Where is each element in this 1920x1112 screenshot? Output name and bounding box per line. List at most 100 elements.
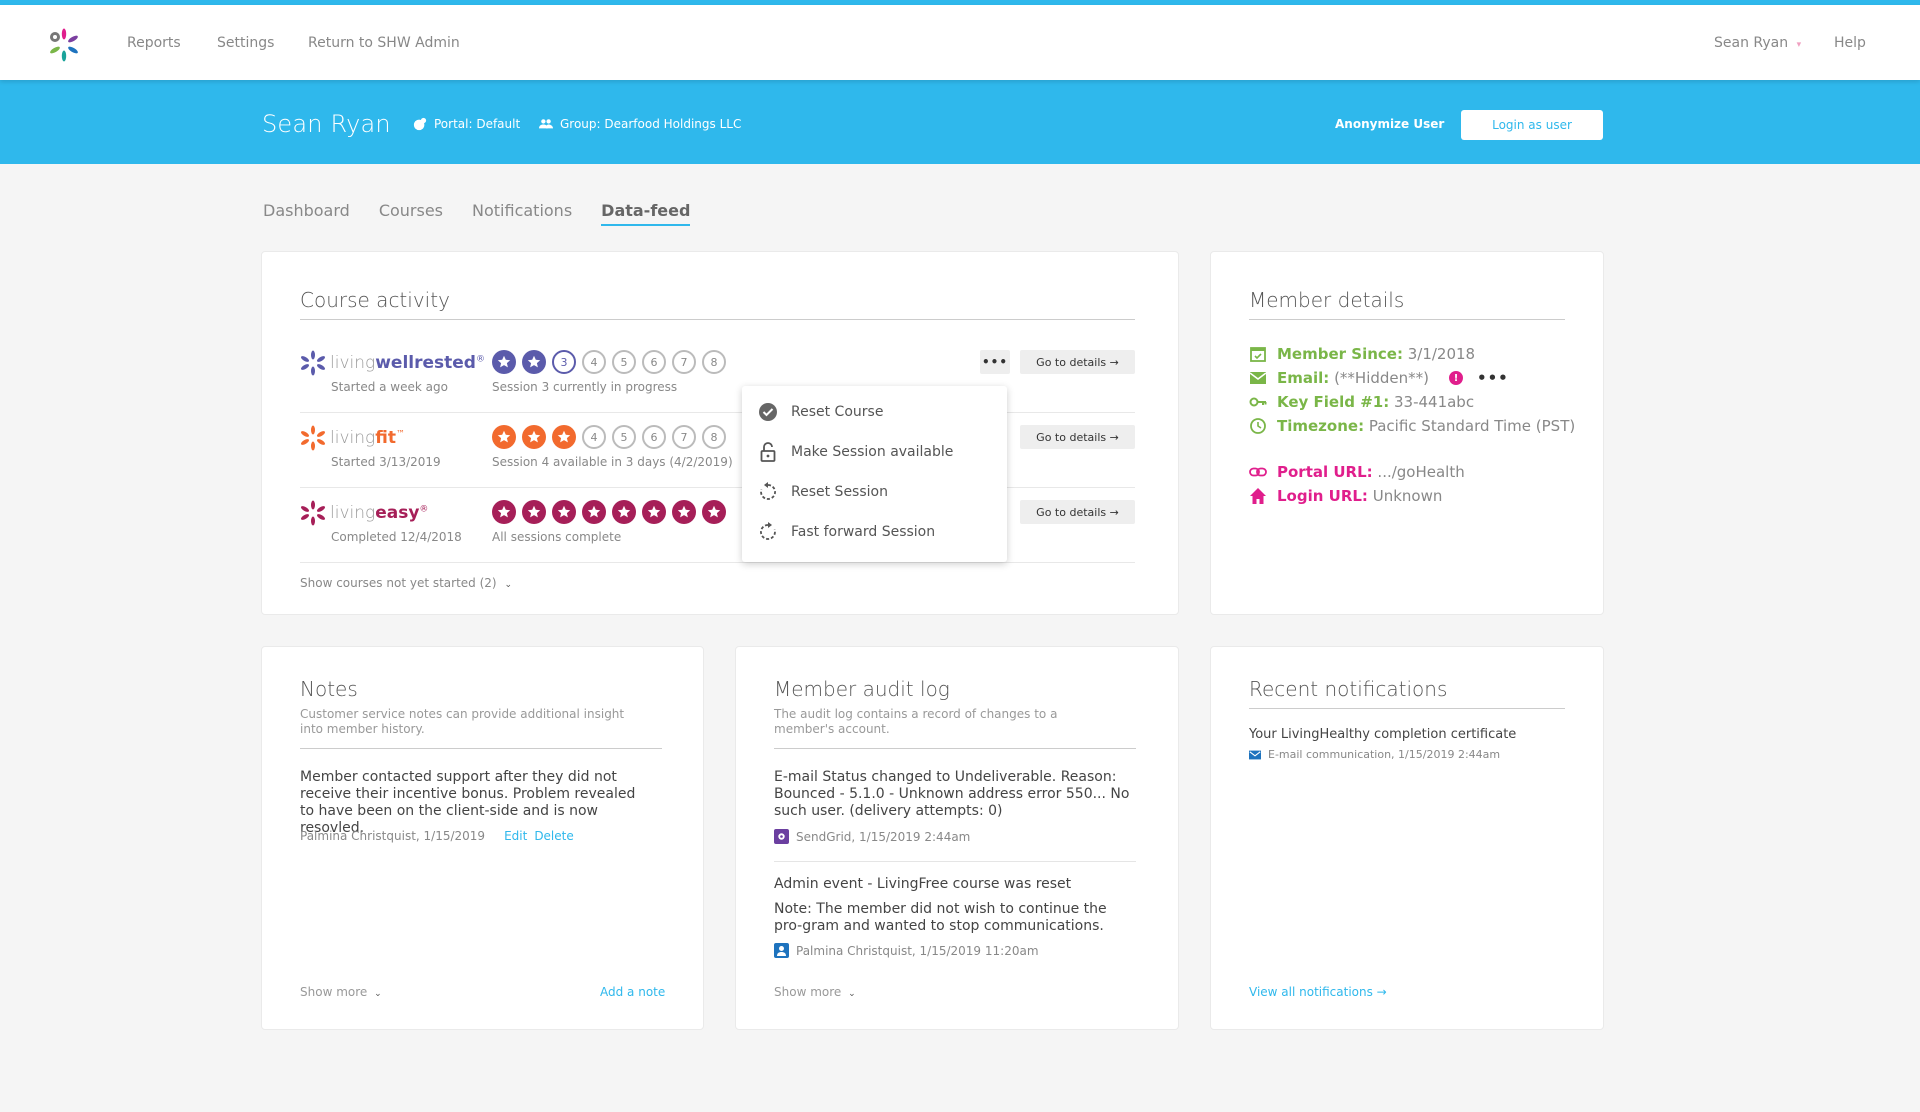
home-icon — [1250, 488, 1266, 504]
star-icon — [527, 430, 541, 443]
title-divider — [300, 748, 662, 749]
member-header: Sean Ryan Portal: Default Group: Dearfoo… — [0, 80, 1920, 164]
menu-item-label: Make Session available — [791, 444, 954, 460]
session-progress: 45678 — [492, 425, 726, 449]
session-complete-icon — [702, 500, 726, 524]
star-icon — [527, 505, 541, 518]
session-complete-icon — [492, 350, 516, 374]
menu-item-make-session-available[interactable]: Make Session available — [758, 442, 953, 462]
title-divider — [300, 319, 1135, 320]
login-url-row: Login URL: Unknown — [1249, 487, 1442, 505]
app-logo[interactable] — [46, 27, 82, 63]
session-progress — [492, 500, 726, 524]
email-alert-icon[interactable]: ! — [1449, 371, 1463, 385]
course-logo-icon — [300, 350, 326, 376]
notifications-title: Recent notifications — [1249, 677, 1448, 701]
chevron-down-icon: ⌄ — [504, 580, 512, 590]
calendar-icon — [1250, 347, 1266, 362]
timezone-value: Pacific Standard Time (PST) — [1368, 417, 1576, 435]
tab-data-feed[interactable]: Data-feed — [601, 201, 691, 226]
course-name: easy — [375, 503, 420, 523]
course-row: livingfit™ Started 3/13/2019 45678 Sessi… — [300, 413, 1135, 488]
audit-show-more[interactable]: Show more ⌄ — [774, 985, 856, 999]
member-since-label: Member Since: — [1277, 345, 1403, 363]
portal-label: Portal: Default — [434, 117, 521, 131]
session-pending: 6 — [642, 350, 666, 374]
session-pending: 8 — [702, 425, 726, 449]
group-icon — [539, 119, 553, 129]
title-divider — [1249, 319, 1565, 320]
course-logo-icon — [300, 425, 326, 451]
star-icon — [497, 430, 511, 443]
menu-item-reset-session[interactable]: Reset Session — [758, 482, 888, 502]
add-note-link[interactable]: Add a note — [600, 985, 665, 999]
note-text: Member contacted support after they did … — [300, 769, 636, 836]
menu-item-fast-forward-session[interactable]: Fast forward Session — [758, 522, 935, 542]
course-row: livingeasy® Completed 12/4/2018 All sess… — [300, 488, 1135, 563]
view-all-notifications-link[interactable]: View all notifications → — [1249, 985, 1387, 999]
star-icon — [617, 505, 631, 518]
star-icon — [707, 505, 721, 518]
globe-icon — [413, 117, 427, 131]
nav-help[interactable]: Help — [1834, 35, 1866, 51]
clock-icon — [1250, 418, 1266, 434]
star-icon — [587, 505, 601, 518]
member-name: Sean Ryan — [262, 110, 391, 138]
go-to-details-button[interactable]: Go to details → — [1020, 425, 1135, 449]
link-icon — [1249, 467, 1267, 477]
session-pending: 8 — [702, 350, 726, 374]
session-current: 3 — [552, 350, 576, 374]
menu-item-reset-course[interactable]: Reset Course — [758, 402, 883, 422]
note-edit-link[interactable]: Edit — [504, 829, 527, 843]
course-logo: livingfit™ — [300, 425, 405, 451]
recent-notifications-card: Recent notifications Your LivingHealthy … — [1210, 646, 1604, 1030]
notes-show-more[interactable]: Show more ⌄ — [300, 985, 382, 999]
login-url-label: Login URL: — [1277, 487, 1368, 505]
audit-log-title: Member audit log — [774, 677, 950, 701]
session-status: Session 4 available in 3 days (4/2/2019) — [492, 455, 733, 469]
portal-url-row: Portal URL: .../goHealth — [1249, 463, 1465, 481]
chevron-down-icon: ▾ — [1796, 40, 1802, 50]
note-delete-link[interactable]: Delete — [534, 829, 573, 843]
session-complete-icon — [552, 425, 576, 449]
nav-settings[interactable]: Settings — [217, 35, 274, 51]
nav-reports[interactable]: Reports — [127, 35, 181, 51]
key-field-row: Key Field #1: 33-441abc — [1249, 393, 1474, 411]
nav-return-admin[interactable]: Return to SHW Admin — [308, 35, 460, 51]
entry-divider — [774, 861, 1136, 862]
reset-icon — [760, 482, 776, 500]
menu-item-label: Fast forward Session — [791, 524, 936, 540]
audit-log-card: Member audit log The audit log contains … — [735, 646, 1179, 1030]
portal-url-value[interactable]: .../goHealth — [1377, 463, 1464, 481]
email-more-button[interactable]: ••• — [1477, 369, 1509, 387]
session-complete-icon — [522, 350, 546, 374]
show-not-started-toggle[interactable]: Show courses not yet started (2) ⌄ — [300, 576, 512, 590]
course-name: wellrested — [375, 353, 476, 373]
login-as-user-button[interactable]: Login as user — [1461, 110, 1603, 140]
course-logo: livingeasy® — [300, 500, 428, 526]
user-menu[interactable]: Sean Ryan ▾ — [1714, 35, 1801, 51]
session-complete-icon — [522, 500, 546, 524]
group-info: Group: Dearfood Holdings LLC — [539, 117, 741, 131]
mail-icon — [1249, 372, 1267, 384]
user-menu-label: Sean Ryan — [1714, 35, 1789, 51]
star-icon — [647, 505, 661, 518]
notification-title[interactable]: Your LivingHealthy completion certificat… — [1249, 726, 1516, 743]
course-prefix: living — [330, 503, 376, 523]
go-to-details-button[interactable]: Go to details → — [1020, 500, 1135, 524]
tab-dashboard[interactable]: Dashboard — [263, 201, 350, 226]
audit-entry-text: E-mail Status changed to Undeliverable. … — [774, 769, 1130, 819]
show-more-label: Show more — [774, 985, 842, 999]
sendgrid-icon — [774, 829, 789, 844]
tab-courses[interactable]: Courses — [379, 201, 443, 226]
go-to-details-button[interactable]: Go to details → — [1020, 350, 1135, 374]
course-row: livingwellrested® Started a week ago 345… — [300, 338, 1135, 413]
key-field-label: Key Field #1: — [1277, 393, 1390, 411]
anonymize-user-button[interactable]: Anonymize User — [1335, 117, 1444, 131]
course-more-button[interactable]: ••• — [980, 350, 1010, 374]
show-not-started-label: Show courses not yet started (2) — [300, 576, 497, 590]
email-value: (**Hidden**) — [1334, 369, 1429, 387]
tab-notifications[interactable]: Notifications — [472, 201, 572, 226]
member-details-title: Member details — [1249, 288, 1405, 312]
audit-entry-title: Admin event - LivingFree course was rese… — [774, 876, 1072, 892]
